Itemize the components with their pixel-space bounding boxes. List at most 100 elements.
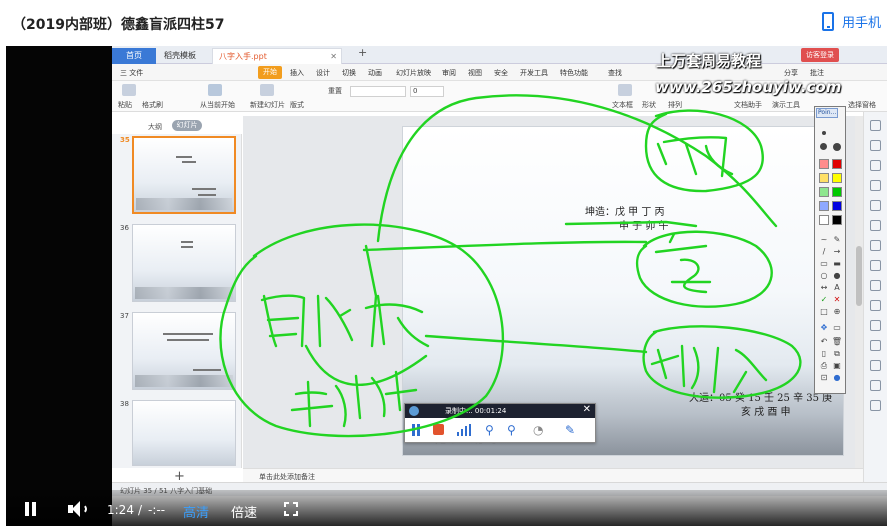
- new-slide-icon[interactable]: [260, 84, 274, 96]
- recorder-close-icon[interactable]: ✕: [583, 404, 591, 415]
- pen-size-small-icon[interactable]: [822, 131, 826, 135]
- rail-icon[interactable]: [870, 120, 881, 131]
- menu-slideshow[interactable]: 幻灯片放映: [396, 68, 431, 78]
- menu-features[interactable]: 特色功能: [560, 68, 588, 78]
- pause-icon[interactable]: [24, 502, 38, 516]
- phone-link-label[interactable]: 用手机: [842, 12, 881, 31]
- pen-size-medium-icon[interactable]: [820, 143, 827, 150]
- notes-input[interactable]: 单击此处添加备注: [259, 472, 315, 482]
- slide-thumbnail[interactable]: [132, 224, 236, 302]
- rail-icon[interactable]: [870, 280, 881, 291]
- menu-start[interactable]: 开始: [258, 66, 282, 79]
- recorder-stop-icon[interactable]: [433, 424, 444, 435]
- move-icon[interactable]: ✥: [818, 323, 830, 333]
- ellipse-icon[interactable]: ○: [818, 271, 830, 281]
- rail-icon[interactable]: [870, 340, 881, 351]
- rail-icon[interactable]: [870, 320, 881, 331]
- paste-icon[interactable]: [122, 84, 136, 96]
- rail-icon[interactable]: [870, 160, 881, 171]
- new-tab-icon[interactable]: +: [358, 46, 367, 59]
- recorder-pen-icon[interactable]: ⚲: [485, 423, 494, 437]
- play-from-current-button[interactable]: 从当前开始: [200, 100, 235, 110]
- phone-link[interactable]: 用手机: [821, 12, 881, 31]
- freehand-icon[interactable]: ~: [818, 235, 830, 245]
- slide-thumbnail[interactable]: [132, 400, 236, 466]
- menu-comment[interactable]: 批注: [810, 68, 824, 78]
- textbox-icon[interactable]: [618, 84, 632, 96]
- text-tool-icon[interactable]: A: [831, 283, 843, 293]
- recorder-marker-icon[interactable]: ⚲: [507, 423, 516, 437]
- format-painter-button[interactable]: 格式刷: [142, 100, 163, 110]
- doc-assistant-button[interactable]: 文档助手: [734, 100, 762, 110]
- color-swatch[interactable]: [832, 159, 842, 169]
- editor-scrollbar[interactable]: [855, 116, 863, 468]
- copy-icon[interactable]: ⧉: [831, 349, 843, 359]
- new-page-icon[interactable]: ▯: [818, 349, 830, 359]
- presentation-tools-button[interactable]: 演示工具: [772, 100, 800, 110]
- tab-slides[interactable]: 幻灯片: [172, 120, 202, 131]
- pen-size-large-icon[interactable]: [833, 143, 841, 151]
- fullscreen-icon[interactable]: [284, 502, 298, 516]
- rail-icon[interactable]: [870, 380, 881, 391]
- menu-insert[interactable]: 插入: [290, 68, 304, 78]
- color-swatch[interactable]: [832, 173, 842, 183]
- color-swatch[interactable]: [819, 215, 829, 225]
- color-swatch[interactable]: [819, 159, 829, 169]
- recorder-webcam-icon[interactable]: ◔: [533, 423, 543, 437]
- palette-title[interactable]: Poin...: [816, 108, 838, 118]
- textbox-button[interactable]: 文本框: [612, 100, 633, 110]
- font-family-select[interactable]: [350, 86, 406, 97]
- filled-ellipse-icon[interactable]: ●: [831, 271, 843, 281]
- menu-file[interactable]: 三 文件: [120, 68, 143, 78]
- login-button[interactable]: 访客登录: [801, 48, 839, 62]
- rail-icon[interactable]: [870, 220, 881, 231]
- shape-button[interactable]: 形状: [642, 100, 656, 110]
- tab-template[interactable]: 稻壳模板: [158, 48, 208, 64]
- arrange-button[interactable]: 排列: [668, 100, 682, 110]
- speed-button[interactable]: 倍速: [231, 502, 257, 521]
- zoom-icon[interactable]: ⊕: [831, 307, 843, 317]
- menu-view[interactable]: 视图: [468, 68, 482, 78]
- tab-home[interactable]: 首页: [112, 48, 156, 64]
- rail-icon[interactable]: [870, 140, 881, 151]
- capture-icon[interactable]: ⊡: [818, 373, 830, 383]
- slide-thumbnail[interactable]: [132, 136, 236, 214]
- delete-icon[interactable]: 🗑: [831, 337, 843, 347]
- filled-rectangle-icon[interactable]: ▬: [831, 259, 843, 269]
- recorder-pause-icon[interactable]: [411, 424, 421, 436]
- paste-button[interactable]: 粘贴: [118, 100, 132, 110]
- color-swatch[interactable]: [819, 201, 829, 211]
- slide-thumbnail[interactable]: [132, 312, 236, 390]
- font-size-select[interactable]: 0: [410, 86, 444, 97]
- check-icon[interactable]: ✓: [818, 295, 830, 305]
- layout-button[interactable]: 版式: [290, 100, 304, 110]
- save-icon[interactable]: ▣: [831, 361, 843, 371]
- menu-security[interactable]: 安全: [494, 68, 508, 78]
- scroll-thumb[interactable]: [856, 246, 862, 306]
- undo-icon[interactable]: ↶: [818, 337, 830, 347]
- rail-icon[interactable]: [870, 200, 881, 211]
- info-icon[interactable]: ●: [831, 373, 843, 383]
- color-swatch[interactable]: [832, 201, 842, 211]
- double-arrow-icon[interactable]: ↔: [818, 283, 830, 293]
- volume-icon[interactable]: [68, 501, 88, 517]
- menu-devtools[interactable]: 开发工具: [520, 68, 548, 78]
- rail-icon[interactable]: [870, 360, 881, 371]
- line-icon[interactable]: /: [818, 247, 830, 257]
- new-slide-button[interactable]: 新建幻灯片: [250, 100, 285, 110]
- recorder-draw-icon[interactable]: ✎: [565, 423, 575, 437]
- rectangle-icon[interactable]: ▭: [818, 259, 830, 269]
- reset-button[interactable]: 重置: [328, 86, 342, 96]
- menu-animation[interactable]: 动画: [368, 68, 382, 78]
- print-icon[interactable]: ⎙: [818, 361, 830, 371]
- menu-review[interactable]: 审阅: [442, 68, 456, 78]
- menu-search[interactable]: 查找: [608, 68, 622, 78]
- tab-outline[interactable]: 大纲: [148, 122, 162, 132]
- rail-icon[interactable]: [870, 400, 881, 411]
- quality-button[interactable]: 高清: [183, 502, 209, 521]
- selection-pane-button[interactable]: 选择窗格: [848, 100, 876, 110]
- rail-icon[interactable]: [870, 180, 881, 191]
- select-area-icon[interactable]: □: [818, 307, 830, 317]
- recorder-volume-icon[interactable]: [457, 424, 471, 436]
- color-swatch[interactable]: [819, 187, 829, 197]
